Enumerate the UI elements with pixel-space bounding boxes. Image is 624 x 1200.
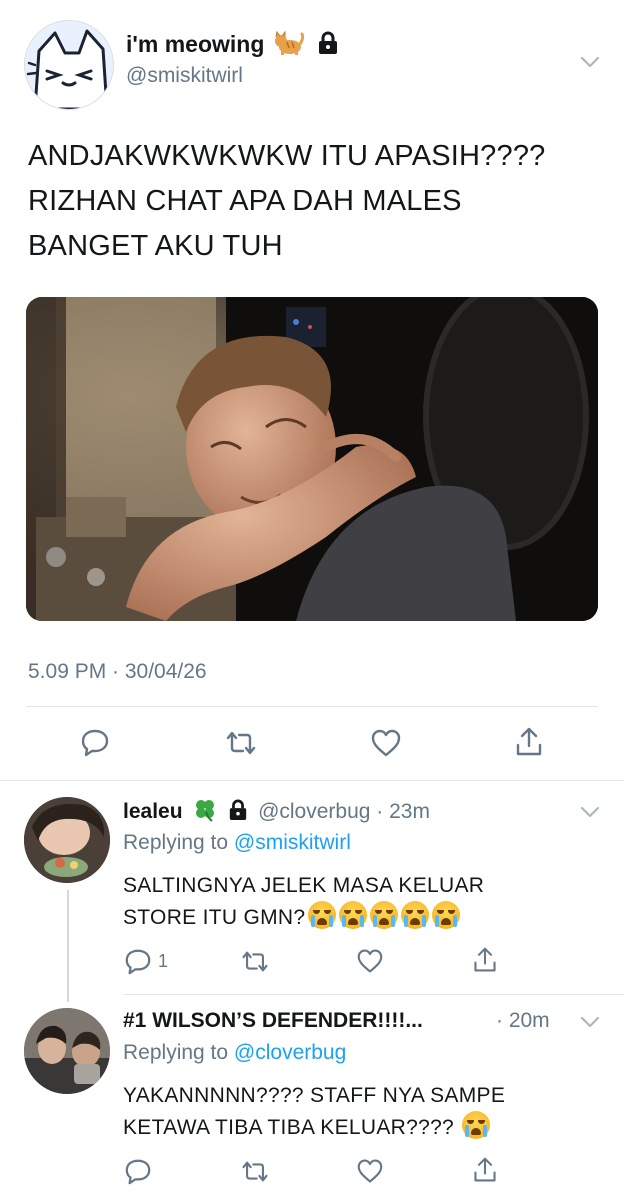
replying-to-label: Replying to [123, 831, 229, 854]
crying-face-emoji [432, 901, 461, 929]
divider [26, 706, 598, 707]
tweet-text-line: ANDJAKWKWKWKW ITU APASIH???? [28, 140, 546, 172]
replying-to-handle[interactable]: @smiskitwirl [234, 831, 351, 854]
tweet-text-line: RIZHAN CHAT APA DAH MALES [28, 185, 462, 217]
divider [0, 780, 624, 781]
crying-face-emoji [401, 901, 430, 929]
crying-face-emoji [370, 901, 399, 929]
retweet-icon[interactable] [224, 728, 258, 758]
reply-handle[interactable]: @cloverbug [258, 800, 370, 823]
tweet-timestamp[interactable]: 5.09 PM · 30/04/26 [28, 660, 207, 684]
reply-text: SALTINGNYA JELEK MASA KELUAR STORE ITU G… [123, 870, 593, 933]
replying-to: Replying to @smiskitwirl [123, 831, 351, 855]
tweet-photo[interactable] [26, 297, 598, 621]
share-icon[interactable] [514, 726, 544, 758]
reply-display-name[interactable]: lealeu [123, 800, 183, 823]
reply-count: 1 [158, 951, 169, 971]
chevron-down-icon[interactable] [578, 50, 602, 74]
like-icon[interactable] [370, 728, 402, 758]
thread-connector [67, 890, 69, 1002]
retweet-icon[interactable] [240, 948, 270, 976]
retweet-icon[interactable] [240, 1158, 270, 1186]
reply-button[interactable]: 1 [124, 947, 184, 975]
reply-text-line-with-emoji: KETAWA TIBA TIBA KELUAR???? [123, 1111, 593, 1143]
reply-avatar[interactable] [24, 797, 110, 883]
reply-display-name[interactable]: #1 WILSON’S DEFENDER!!!!... [123, 1009, 423, 1033]
replying-to: Replying to @cloverbug [123, 1041, 346, 1065]
reply-icon [125, 949, 151, 975]
crying-face-emoji [462, 1111, 491, 1139]
replying-to-handle[interactable]: @cloverbug [234, 1041, 346, 1064]
cat-emoji [273, 30, 305, 56]
reply-time: · 23m [376, 800, 430, 823]
reply-header[interactable]: lealeu @cloverbug · 23m [123, 798, 430, 824]
share-icon[interactable] [472, 946, 498, 976]
reply-text-line: KETAWA TIBA TIBA KELUAR???? [123, 1116, 455, 1139]
reply-text-line: SALTINGNYA JELEK MASA KELUAR [123, 874, 485, 897]
author-avatar[interactable] [24, 20, 114, 110]
divider [123, 994, 624, 995]
reply-text-line-with-emoji: STORE ITU GMN? [123, 901, 593, 933]
author-display-name[interactable]: i'm meowing [126, 31, 264, 57]
reply-icon[interactable] [80, 727, 110, 757]
tweet-text-line: BANGET AKU TUH [28, 230, 283, 262]
author-handle[interactable]: @smiskitwirl [126, 64, 243, 88]
reply-text: YAKANNNNN???? STAFF NYA SAMPE KETAWA TIB… [123, 1080, 593, 1143]
share-icon[interactable] [472, 1156, 498, 1186]
tweet-text: ANDJAKWKWKWKW ITU APASIH???? RIZHAN CHAT… [28, 134, 608, 269]
replying-to-label: Replying to [123, 1041, 229, 1064]
four-leaf-clover-emoji [192, 798, 218, 822]
reply-icon[interactable] [124, 1157, 152, 1185]
chevron-down-icon[interactable] [578, 1010, 602, 1034]
reply-text-line: STORE ITU GMN? [123, 906, 306, 929]
crying-face-emoji [339, 901, 368, 929]
crying-face-emoji [308, 901, 337, 929]
lock-icon [228, 799, 248, 821]
lock-icon [317, 31, 339, 55]
reply-avatar[interactable] [24, 1008, 110, 1094]
chevron-down-icon[interactable] [578, 800, 602, 824]
like-icon[interactable] [356, 948, 384, 976]
reply-time: · 20m [496, 1009, 550, 1032]
reply-text-line: YAKANNNNN???? STAFF NYA SAMPE [123, 1084, 506, 1107]
like-icon[interactable] [356, 1158, 384, 1186]
author-name-row[interactable]: i'm meowing [126, 30, 339, 58]
